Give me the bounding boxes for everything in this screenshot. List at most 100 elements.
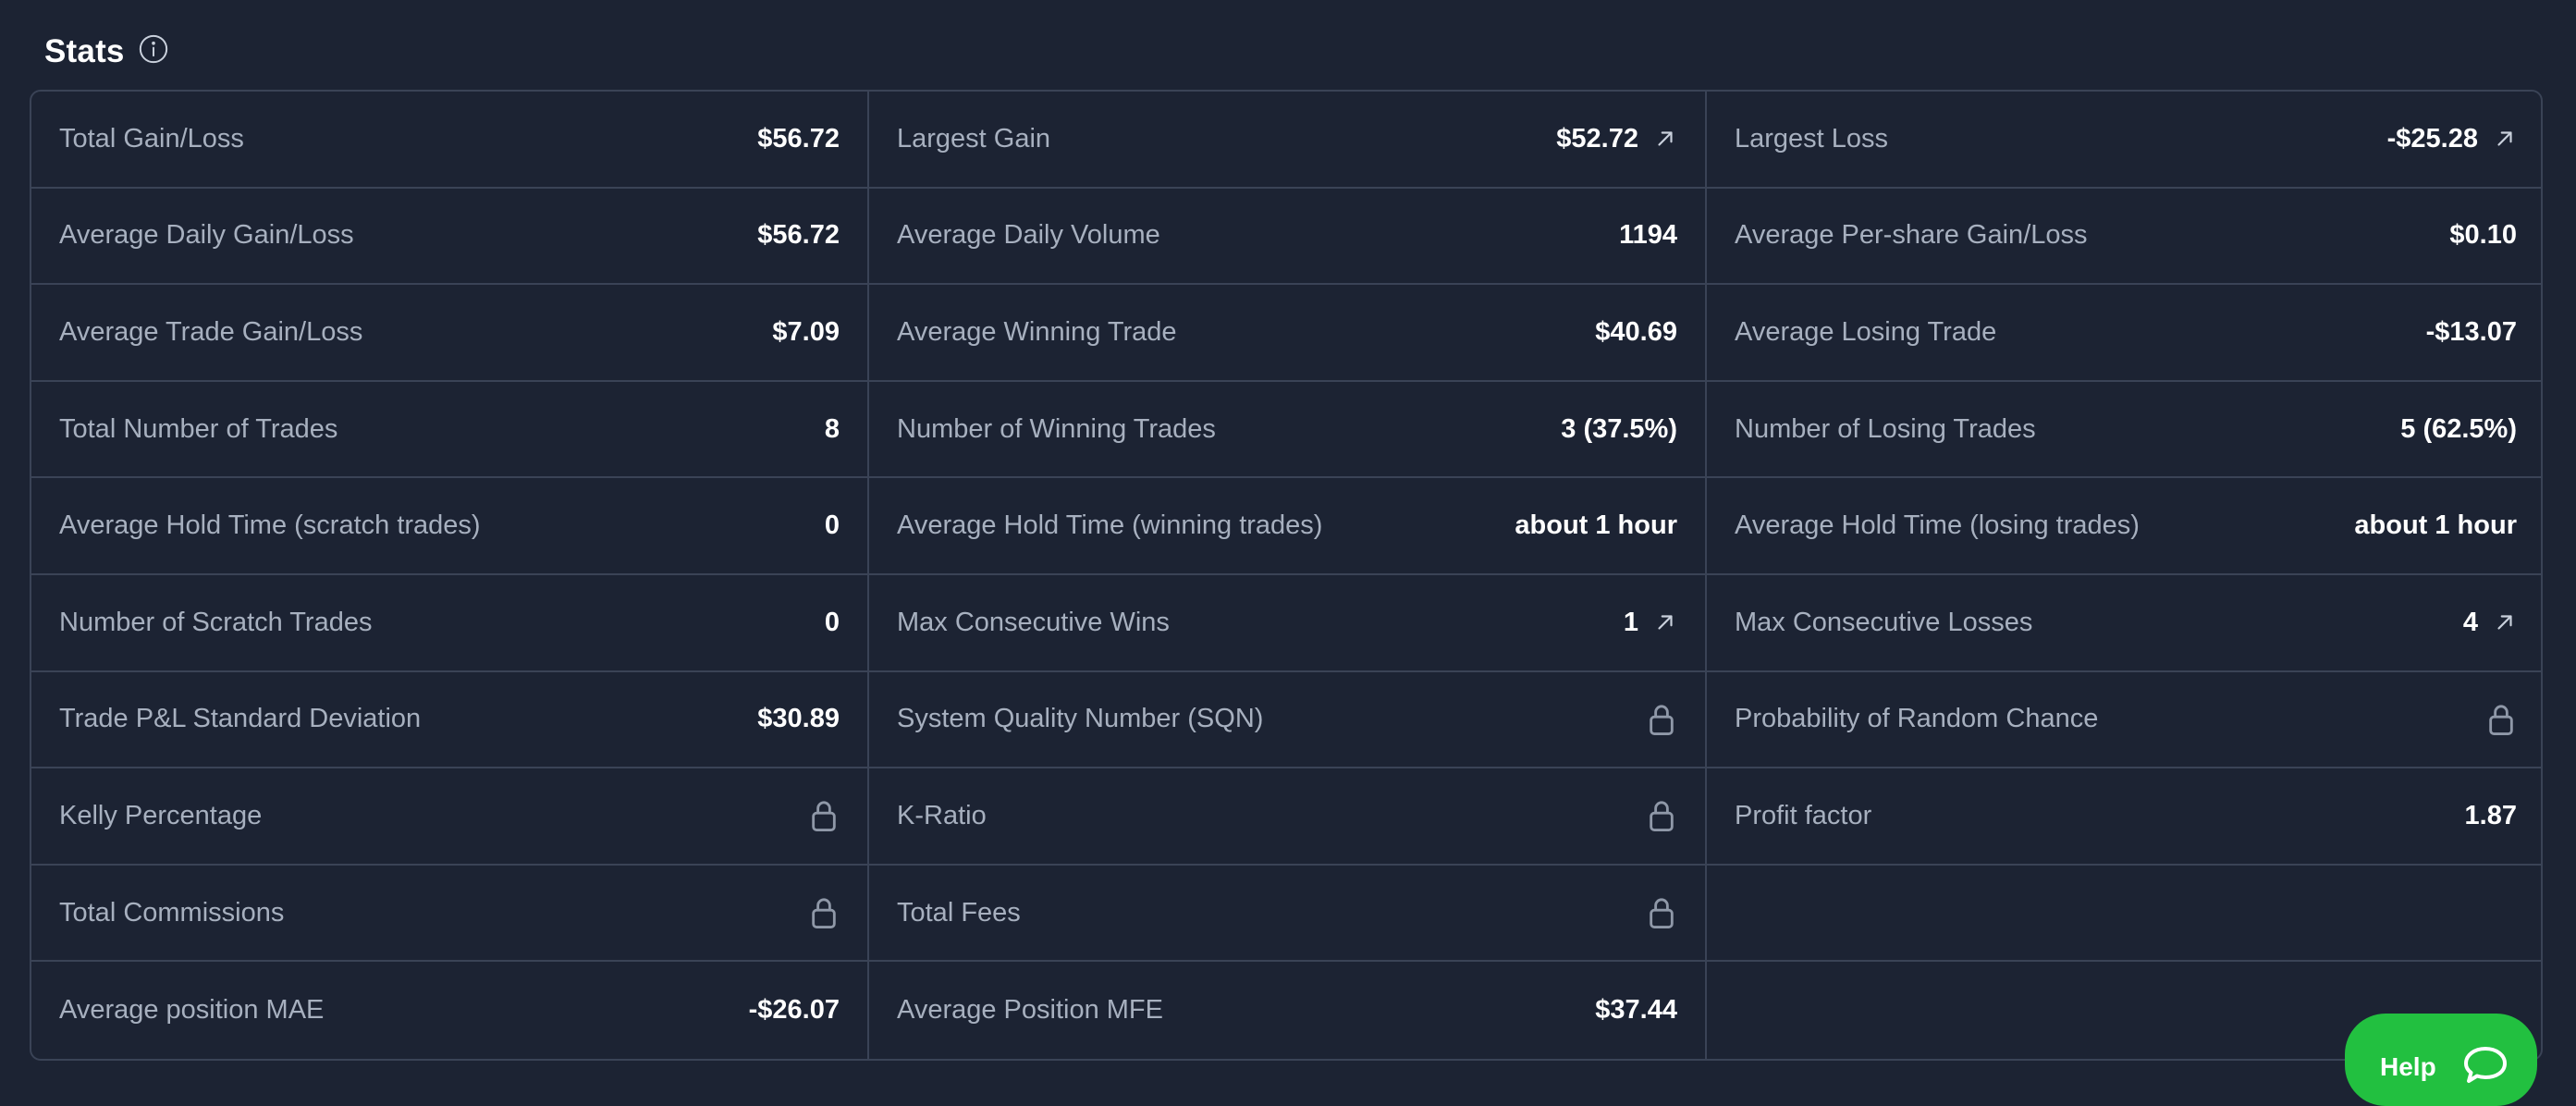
stat-value: -$13.07 xyxy=(2425,316,2517,347)
stat-value-group xyxy=(2485,702,2517,737)
stat-value: $52.72 xyxy=(1556,123,1638,154)
stat-value: -$25.28 xyxy=(2386,123,2478,154)
stat-label: Total Commissions xyxy=(59,897,285,928)
stat-value: 8 xyxy=(824,413,840,444)
stat-label: Number of Scratch Trades xyxy=(59,607,373,637)
stat-label: Average Daily Volume xyxy=(897,220,1160,251)
stat-label: Average position MAE xyxy=(59,995,325,1026)
stat-label: K-Ratio xyxy=(897,800,987,830)
stat-value: 1194 xyxy=(1619,220,1677,251)
stat-value: $56.72 xyxy=(757,220,840,251)
lock-icon[interactable] xyxy=(1646,895,1677,930)
stat-value-group: 8 xyxy=(825,414,840,445)
stat-value-group: 1 xyxy=(1624,608,1677,638)
stat-label: Average Position MFE xyxy=(897,995,1163,1026)
stat-system-quality-number-sqn: System Quality Number (SQN) xyxy=(869,671,1707,769)
stat-label: Total Gain/Loss xyxy=(59,123,244,154)
stat-value-group: about 1 hour xyxy=(1515,510,1677,541)
stat-value-group xyxy=(808,895,840,930)
stat-value: 0 xyxy=(824,607,840,637)
stat-value-group: 5 (62.5%) xyxy=(2400,414,2517,445)
external-arrow-icon[interactable] xyxy=(2493,610,2517,634)
stat-value-group: $40.69 xyxy=(1595,317,1677,348)
stat-k-ratio: K-Ratio xyxy=(869,768,1707,866)
stat-label: Average Hold Time (scratch trades) xyxy=(59,510,481,541)
stat-value-group: 4 xyxy=(2463,608,2517,638)
stats-header: Stats xyxy=(44,26,169,78)
stat-value-group: 1.87 xyxy=(2465,801,2517,831)
stat-value: 4 xyxy=(2462,607,2478,637)
stat-label: Number of Losing Trades xyxy=(1735,413,2036,444)
stat-value: $40.69 xyxy=(1595,316,1677,347)
stat-max-consecutive-losses: Max Consecutive Losses 4 xyxy=(1707,575,2541,672)
help-label: Help xyxy=(2380,1052,2436,1081)
help-button[interactable]: Help xyxy=(2345,1014,2537,1106)
external-arrow-icon[interactable] xyxy=(1653,610,1677,634)
stat-value-group: about 1 hour xyxy=(2354,510,2517,541)
stat-label: Trade P&L Standard Deviation xyxy=(59,704,422,734)
stat-label: Average Hold Time (losing trades) xyxy=(1735,510,2140,541)
stat-value-group: $56.72 xyxy=(757,220,840,251)
stat-label: Probability of Random Chance xyxy=(1735,704,2099,734)
stat-total-number-of-trades: Total Number of Trades 8 xyxy=(31,381,869,479)
stat-average-per-share-gain-loss: Average Per-share Gain/Loss $0.10 xyxy=(1707,189,2541,286)
stat-largest-gain: Largest Gain $52.72 xyxy=(869,92,1707,189)
stat-value-group: $56.72 xyxy=(757,124,840,154)
external-arrow-icon[interactable] xyxy=(2493,127,2517,151)
stat-average-hold-time-scratch-trades: Average Hold Time (scratch trades) 0 xyxy=(31,478,869,575)
stat-value: 0 xyxy=(824,510,840,541)
stat-label: Average Winning Trade xyxy=(897,316,1177,347)
stat-value-group xyxy=(1646,702,1677,737)
stat-value-group: 3 (37.5%) xyxy=(1561,414,1677,445)
stat-number-of-winning-trades: Number of Winning Trades 3 (37.5%) xyxy=(869,381,1707,479)
stat-label: Max Consecutive Wins xyxy=(897,607,1170,637)
stat-value: $30.89 xyxy=(757,704,840,734)
chat-bubble-icon xyxy=(2462,1047,2509,1088)
stat-value: $56.72 xyxy=(757,123,840,154)
stat-value-group xyxy=(808,798,840,833)
stat-number-of-losing-trades: Number of Losing Trades 5 (62.5%) xyxy=(1707,382,2541,479)
page-title: Stats xyxy=(44,33,125,69)
stat-value: 1 xyxy=(1623,607,1638,637)
stat-largest-loss: Largest Loss -$25.28 xyxy=(1707,92,2541,189)
stat-value-group: -$13.07 xyxy=(2426,317,2517,348)
stat-average-position-mae: Average position MAE -$26.07 xyxy=(31,962,869,1059)
stats-grid: Total Gain/Loss $56.72 Largest Gain $52.72 L… xyxy=(30,90,2543,1061)
stat-label: Largest Loss xyxy=(1735,123,1889,154)
stat-kelly-percentage: Kelly Percentage xyxy=(31,768,869,866)
stat-value-group: $7.09 xyxy=(772,317,840,348)
stat-value-group: -$26.07 xyxy=(749,995,840,1026)
stat-label: System Quality Number (SQN) xyxy=(897,704,1264,734)
stat-label: Kelly Percentage xyxy=(59,800,263,830)
stat-value-group: $0.10 xyxy=(2449,220,2517,251)
stat-value: 1.87 xyxy=(2464,800,2517,830)
lock-icon[interactable] xyxy=(2485,702,2517,737)
stat-label: Number of Winning Trades xyxy=(897,413,1216,444)
lock-icon[interactable] xyxy=(808,895,840,930)
info-icon[interactable] xyxy=(138,33,169,65)
stat-value-group: $30.89 xyxy=(757,704,840,734)
stat-label: Total Number of Trades xyxy=(59,413,338,444)
stat-value: 5 (62.5%) xyxy=(2400,413,2517,444)
stat-label: Profit factor xyxy=(1735,800,1872,830)
stat-value-group: 0 xyxy=(825,510,840,541)
stat-total-gain-loss: Total Gain/Loss $56.72 xyxy=(31,92,869,189)
stat-probability-of-random-chance: Probability of Random Chance xyxy=(1707,672,2541,769)
stat-empty-cell xyxy=(1707,866,2541,963)
stat-average-daily-volume: Average Daily Volume 1194 xyxy=(869,188,1707,286)
stat-profit-factor: Profit factor 1.87 xyxy=(1707,768,2541,866)
stat-average-losing-trade: Average Losing Trade -$13.07 xyxy=(1707,285,2541,382)
stat-average-hold-time-losing-trades: Average Hold Time (losing trades) about 1… xyxy=(1707,478,2541,575)
stat-total-fees: Total Fees xyxy=(869,865,1707,963)
stat-value-group xyxy=(1646,798,1677,833)
lock-icon[interactable] xyxy=(1646,702,1677,737)
stat-label: Average Per-share Gain/Loss xyxy=(1735,220,2088,251)
stat-label: Average Hold Time (winning trades) xyxy=(897,510,1323,541)
stat-label: Total Fees xyxy=(897,897,1021,928)
stat-value-group: $37.44 xyxy=(1595,995,1677,1026)
stat-trade-pandl-standard-deviation: Trade P&L Standard Deviation $30.89 xyxy=(31,671,869,769)
lock-icon[interactable] xyxy=(808,798,840,833)
external-arrow-icon[interactable] xyxy=(1653,127,1677,151)
stat-value: $37.44 xyxy=(1595,995,1677,1026)
lock-icon[interactable] xyxy=(1646,798,1677,833)
